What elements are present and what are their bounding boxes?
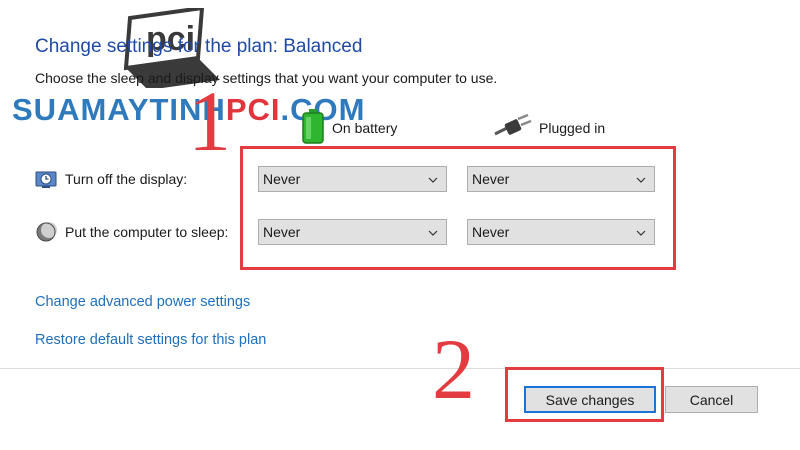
footer-divider (0, 368, 800, 369)
row-put-to-sleep: Put the computer to sleep: (35, 221, 228, 243)
annotation-box-1 (240, 146, 676, 270)
annotation-number-1: 1 (188, 73, 231, 169)
row-label-sleep: Put the computer to sleep: (65, 224, 229, 240)
cancel-button[interactable]: Cancel (665, 386, 758, 413)
save-changes-button[interactable]: Save changes (524, 386, 656, 413)
battery-icon (300, 108, 326, 147)
restore-default-settings-link[interactable]: Restore default settings for this plan (35, 332, 266, 348)
annotation-number-2: 2 (432, 321, 475, 417)
page-subtitle: Choose the sleep and display settings th… (35, 70, 498, 86)
change-advanced-power-settings-link[interactable]: Change advanced power settings (35, 294, 250, 310)
display-clock-icon (35, 168, 57, 190)
watermark-accent: PCI (225, 92, 281, 127)
sleep-moon-icon (35, 221, 57, 243)
row-turn-off-display: Turn off the display: (35, 168, 187, 190)
column-label-battery: On battery (332, 119, 398, 136)
page-title: Change settings for the plan: Balanced (35, 36, 363, 57)
column-label-plugged: Plugged in (539, 119, 606, 136)
column-on-battery: On battery (300, 108, 397, 147)
plug-icon (493, 112, 533, 143)
column-plugged-in: Plugged in (493, 112, 605, 143)
row-label-display: Turn off the display: (65, 171, 188, 187)
